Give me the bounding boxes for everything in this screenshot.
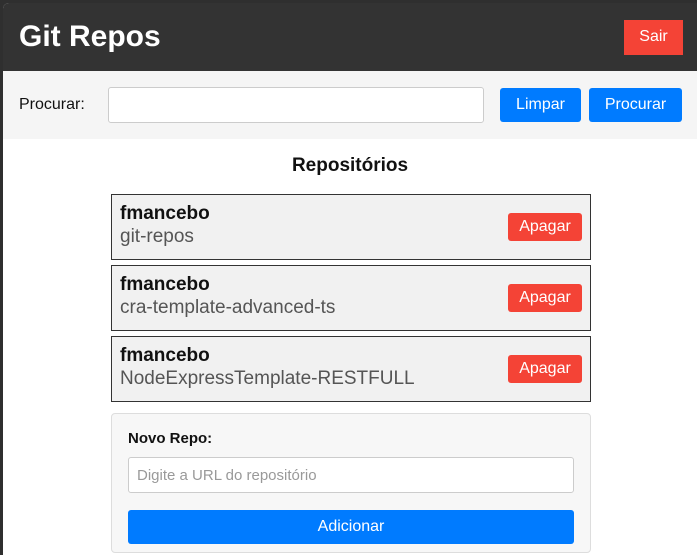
app-header: Git Repos Sair bbox=[3, 3, 697, 71]
search-button[interactable]: Procurar bbox=[589, 88, 682, 122]
delete-repo-button[interactable]: Apagar bbox=[508, 355, 582, 383]
repo-item: fmancebo git-repos Apagar bbox=[111, 194, 591, 260]
search-input[interactable] bbox=[108, 87, 484, 123]
search-bar: Procurar: Limpar Procurar bbox=[3, 71, 697, 139]
delete-repo-button[interactable]: Apagar bbox=[508, 284, 582, 312]
repos-title: Repositórios bbox=[291, 155, 409, 176]
delete-repo-button[interactable]: Apagar bbox=[508, 213, 582, 241]
search-label: Procurar: bbox=[19, 96, 85, 113]
app-title: Git Repos bbox=[19, 20, 161, 53]
repo-url-input[interactable] bbox=[128, 457, 574, 493]
add-repo-button[interactable]: Adicionar bbox=[128, 510, 574, 544]
new-repo-form: Novo Repo: Adicionar bbox=[111, 413, 591, 553]
app-window: Git Repos Sair Procurar: Limpar Procurar… bbox=[3, 3, 697, 555]
logout-button[interactable]: Sair bbox=[624, 19, 683, 55]
clear-button[interactable]: Limpar bbox=[500, 88, 581, 122]
new-repo-label: Novo Repo: bbox=[128, 430, 213, 447]
repo-list: fmancebo git-repos Apagar fmancebo cra-t… bbox=[111, 194, 591, 402]
repo-item: fmancebo cra-template-advanced-ts Apagar bbox=[111, 265, 591, 331]
repo-item: fmancebo NodeExpressTemplate-RESTFULL Ap… bbox=[111, 336, 591, 402]
